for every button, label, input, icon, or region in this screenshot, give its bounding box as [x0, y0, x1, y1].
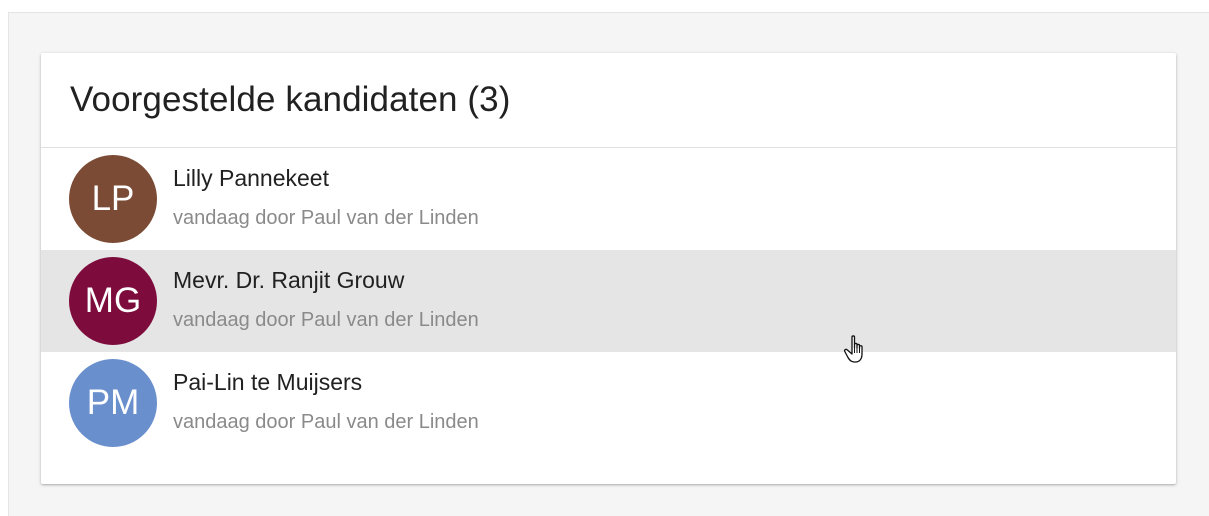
- candidate-meta: vandaag door Paul van der Linden: [173, 309, 479, 331]
- candidate-name: Pai-Lin te Muijsers: [173, 369, 363, 395]
- avatar: PM: [69, 359, 157, 447]
- avatar: MG: [69, 257, 157, 345]
- candidate-list: LP Lilly Pannekeet vandaag door Paul van…: [41, 148, 1176, 454]
- candidate-item[interactable]: MG Mevr. Dr. Ranjit Grouw vandaag door P…: [41, 250, 1176, 352]
- candidate-text: Pai-Lin te Muijsers vandaag door Paul va…: [173, 367, 479, 435]
- candidate-text: Lilly Pannekeet vandaag door Paul van de…: [173, 163, 479, 231]
- candidate-item[interactable]: PM Pai-Lin te Muijsers vandaag door Paul…: [41, 352, 1176, 454]
- candidate-meta: vandaag door Paul van der Linden: [173, 207, 479, 229]
- hand-pointer-icon: [843, 335, 863, 363]
- candidate-meta: vandaag door Paul van der Linden: [173, 411, 479, 433]
- avatar: LP: [69, 155, 157, 243]
- suggested-candidates-card: Voorgestelde kandidaten (3) LP Lilly Pan…: [41, 53, 1176, 484]
- candidate-item[interactable]: LP Lilly Pannekeet vandaag door Paul van…: [41, 148, 1176, 250]
- candidate-name: Mevr. Dr. Ranjit Grouw: [173, 267, 405, 293]
- candidate-text: Mevr. Dr. Ranjit Grouw vandaag door Paul…: [173, 265, 479, 333]
- candidate-name: Lilly Pannekeet: [173, 165, 329, 191]
- card-header: Voorgestelde kandidaten (3): [41, 53, 1176, 148]
- card-title: Voorgestelde kandidaten (3): [70, 80, 511, 119]
